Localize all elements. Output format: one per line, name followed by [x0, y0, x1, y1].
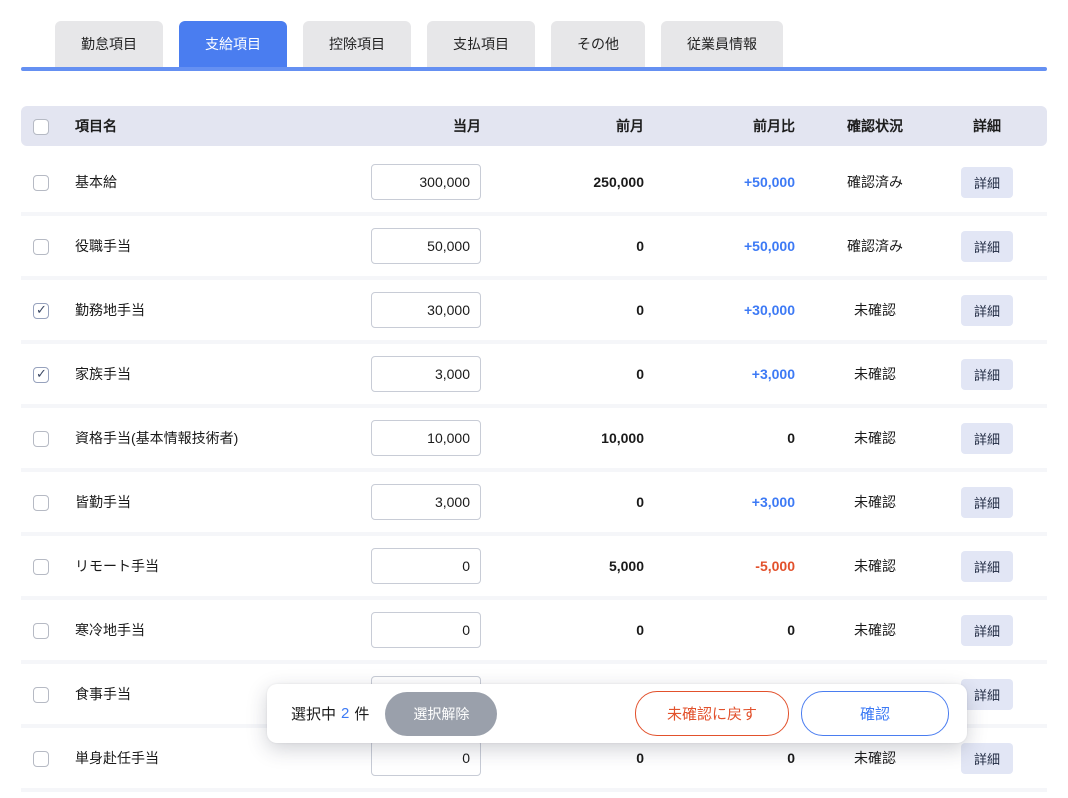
row-checkbox[interactable] — [33, 559, 49, 575]
row-checkbox[interactable] — [33, 495, 49, 511]
tab-bar: 勤怠項目支給項目控除項目支払項目その他従業員情報 — [0, 0, 1068, 67]
row-checkbox[interactable] — [33, 431, 49, 447]
tab-underline — [21, 67, 1047, 71]
status-text: 未確認 — [795, 428, 955, 448]
tab-other[interactable]: その他 — [551, 21, 645, 67]
month-diff-value: +50,000 — [644, 174, 795, 190]
status-text: 未確認 — [795, 556, 955, 576]
table-row: 役職手当 0 +50,000 確認済み 詳細 — [21, 216, 1047, 280]
item-name: 家族手当 — [75, 364, 371, 384]
selected-count-value: 2 — [341, 705, 349, 722]
current-month-input[interactable] — [371, 612, 481, 648]
detail-button[interactable]: 詳細 — [961, 679, 1013, 710]
tab-payment[interactable]: 支払項目 — [427, 21, 535, 67]
current-month-input[interactable] — [371, 356, 481, 392]
row-checkbox[interactable] — [33, 687, 49, 703]
col-header-status: 確認状況 — [795, 116, 955, 136]
row-checkbox[interactable] — [33, 239, 49, 255]
previous-month-value: 250,000 — [481, 174, 644, 190]
current-month-input[interactable] — [371, 740, 481, 776]
confirm-button[interactable]: 確認 — [801, 691, 949, 736]
current-month-input[interactable] — [371, 164, 481, 200]
row-checkbox[interactable] — [33, 303, 49, 319]
current-month-input[interactable] — [371, 548, 481, 584]
table-row: 寒冷地手当 0 0 未確認 詳細 — [21, 600, 1047, 664]
table-row: 家族手当 0 +3,000 未確認 詳細 — [21, 344, 1047, 408]
status-text: 確認済み — [795, 172, 955, 192]
detail-button[interactable]: 詳細 — [961, 487, 1013, 518]
row-checkbox[interactable] — [33, 623, 49, 639]
previous-month-value: 10,000 — [481, 430, 644, 446]
month-diff-value: +50,000 — [644, 238, 795, 254]
status-text: 確認済み — [795, 236, 955, 256]
col-header-item-name: 項目名 — [75, 116, 371, 136]
detail-button[interactable]: 詳細 — [961, 167, 1013, 198]
month-diff-value: 0 — [644, 750, 795, 766]
tab-allowance[interactable]: 支給項目 — [179, 21, 287, 67]
col-header-month-diff: 前月比 — [644, 116, 795, 136]
row-checkbox[interactable] — [33, 367, 49, 383]
detail-button[interactable]: 詳細 — [961, 743, 1013, 774]
selected-count-suffix: 件 — [354, 703, 369, 724]
detail-button[interactable]: 詳細 — [961, 423, 1013, 454]
current-month-input[interactable] — [371, 292, 481, 328]
previous-month-value: 0 — [481, 622, 644, 638]
table-row: 勤務地手当 0 +30,000 未確認 詳細 — [21, 280, 1047, 344]
table-header: 項目名 当月 前月 前月比 確認状況 詳細 — [21, 106, 1047, 146]
table-row: 基本給 250,000 +50,000 確認済み 詳細 — [21, 152, 1047, 216]
item-name: 寒冷地手当 — [75, 620, 371, 640]
item-name: 資格手当(基本情報技術者) — [75, 428, 371, 448]
previous-month-value: 5,000 — [481, 558, 644, 574]
current-month-input[interactable] — [371, 420, 481, 456]
item-name: 皆勤手当 — [75, 492, 371, 512]
table-row: 資格手当(基本情報技術者) 10,000 0 未確認 詳細 — [21, 408, 1047, 472]
selected-count-prefix: 選択中 — [291, 703, 336, 724]
current-month-input[interactable] — [371, 484, 481, 520]
previous-month-value: 0 — [481, 366, 644, 382]
previous-month-value: 0 — [481, 750, 644, 766]
item-name: リモート手当 — [75, 556, 371, 576]
month-diff-value: +3,000 — [644, 494, 795, 510]
status-text: 未確認 — [795, 492, 955, 512]
detail-button[interactable]: 詳細 — [961, 231, 1013, 262]
status-text: 未確認 — [795, 620, 955, 640]
tab-employee-info[interactable]: 従業員情報 — [661, 21, 783, 67]
current-month-input[interactable] — [371, 228, 481, 264]
status-text: 未確認 — [795, 300, 955, 320]
tab-deduction[interactable]: 控除項目 — [303, 21, 411, 67]
col-header-current-month: 当月 — [371, 116, 481, 136]
detail-button[interactable]: 詳細 — [961, 615, 1013, 646]
tab-attendance[interactable]: 勤怠項目 — [55, 21, 163, 67]
item-name: 勤務地手当 — [75, 300, 371, 320]
col-header-previous-month: 前月 — [481, 116, 644, 136]
detail-button[interactable]: 詳細 — [961, 359, 1013, 390]
selection-action-bar: 選択中 2 件 選択解除 未確認に戻す 確認 — [267, 684, 967, 743]
status-text: 未確認 — [795, 748, 955, 768]
select-all-checkbox[interactable] — [33, 119, 49, 135]
item-name: 基本給 — [75, 172, 371, 192]
item-name: 単身赴任手当 — [75, 748, 371, 768]
item-name: 役職手当 — [75, 236, 371, 256]
detail-button[interactable]: 詳細 — [961, 551, 1013, 582]
row-checkbox[interactable] — [33, 751, 49, 767]
previous-month-value: 0 — [481, 302, 644, 318]
month-diff-value: 0 — [644, 430, 795, 446]
table-row: リモート手当 5,000 -5,000 未確認 詳細 — [21, 536, 1047, 600]
previous-month-value: 0 — [481, 494, 644, 510]
month-diff-value: -5,000 — [644, 558, 795, 574]
detail-button[interactable]: 詳細 — [961, 295, 1013, 326]
revert-to-unconfirmed-button[interactable]: 未確認に戻す — [635, 691, 789, 736]
col-header-detail: 詳細 — [955, 116, 1047, 136]
month-diff-value: +30,000 — [644, 302, 795, 318]
month-diff-value: +3,000 — [644, 366, 795, 382]
row-checkbox[interactable] — [33, 175, 49, 191]
table-row: 皆勤手当 0 +3,000 未確認 詳細 — [21, 472, 1047, 536]
month-diff-value: 0 — [644, 622, 795, 638]
status-text: 未確認 — [795, 364, 955, 384]
previous-month-value: 0 — [481, 238, 644, 254]
deselect-button[interactable]: 選択解除 — [385, 692, 497, 736]
